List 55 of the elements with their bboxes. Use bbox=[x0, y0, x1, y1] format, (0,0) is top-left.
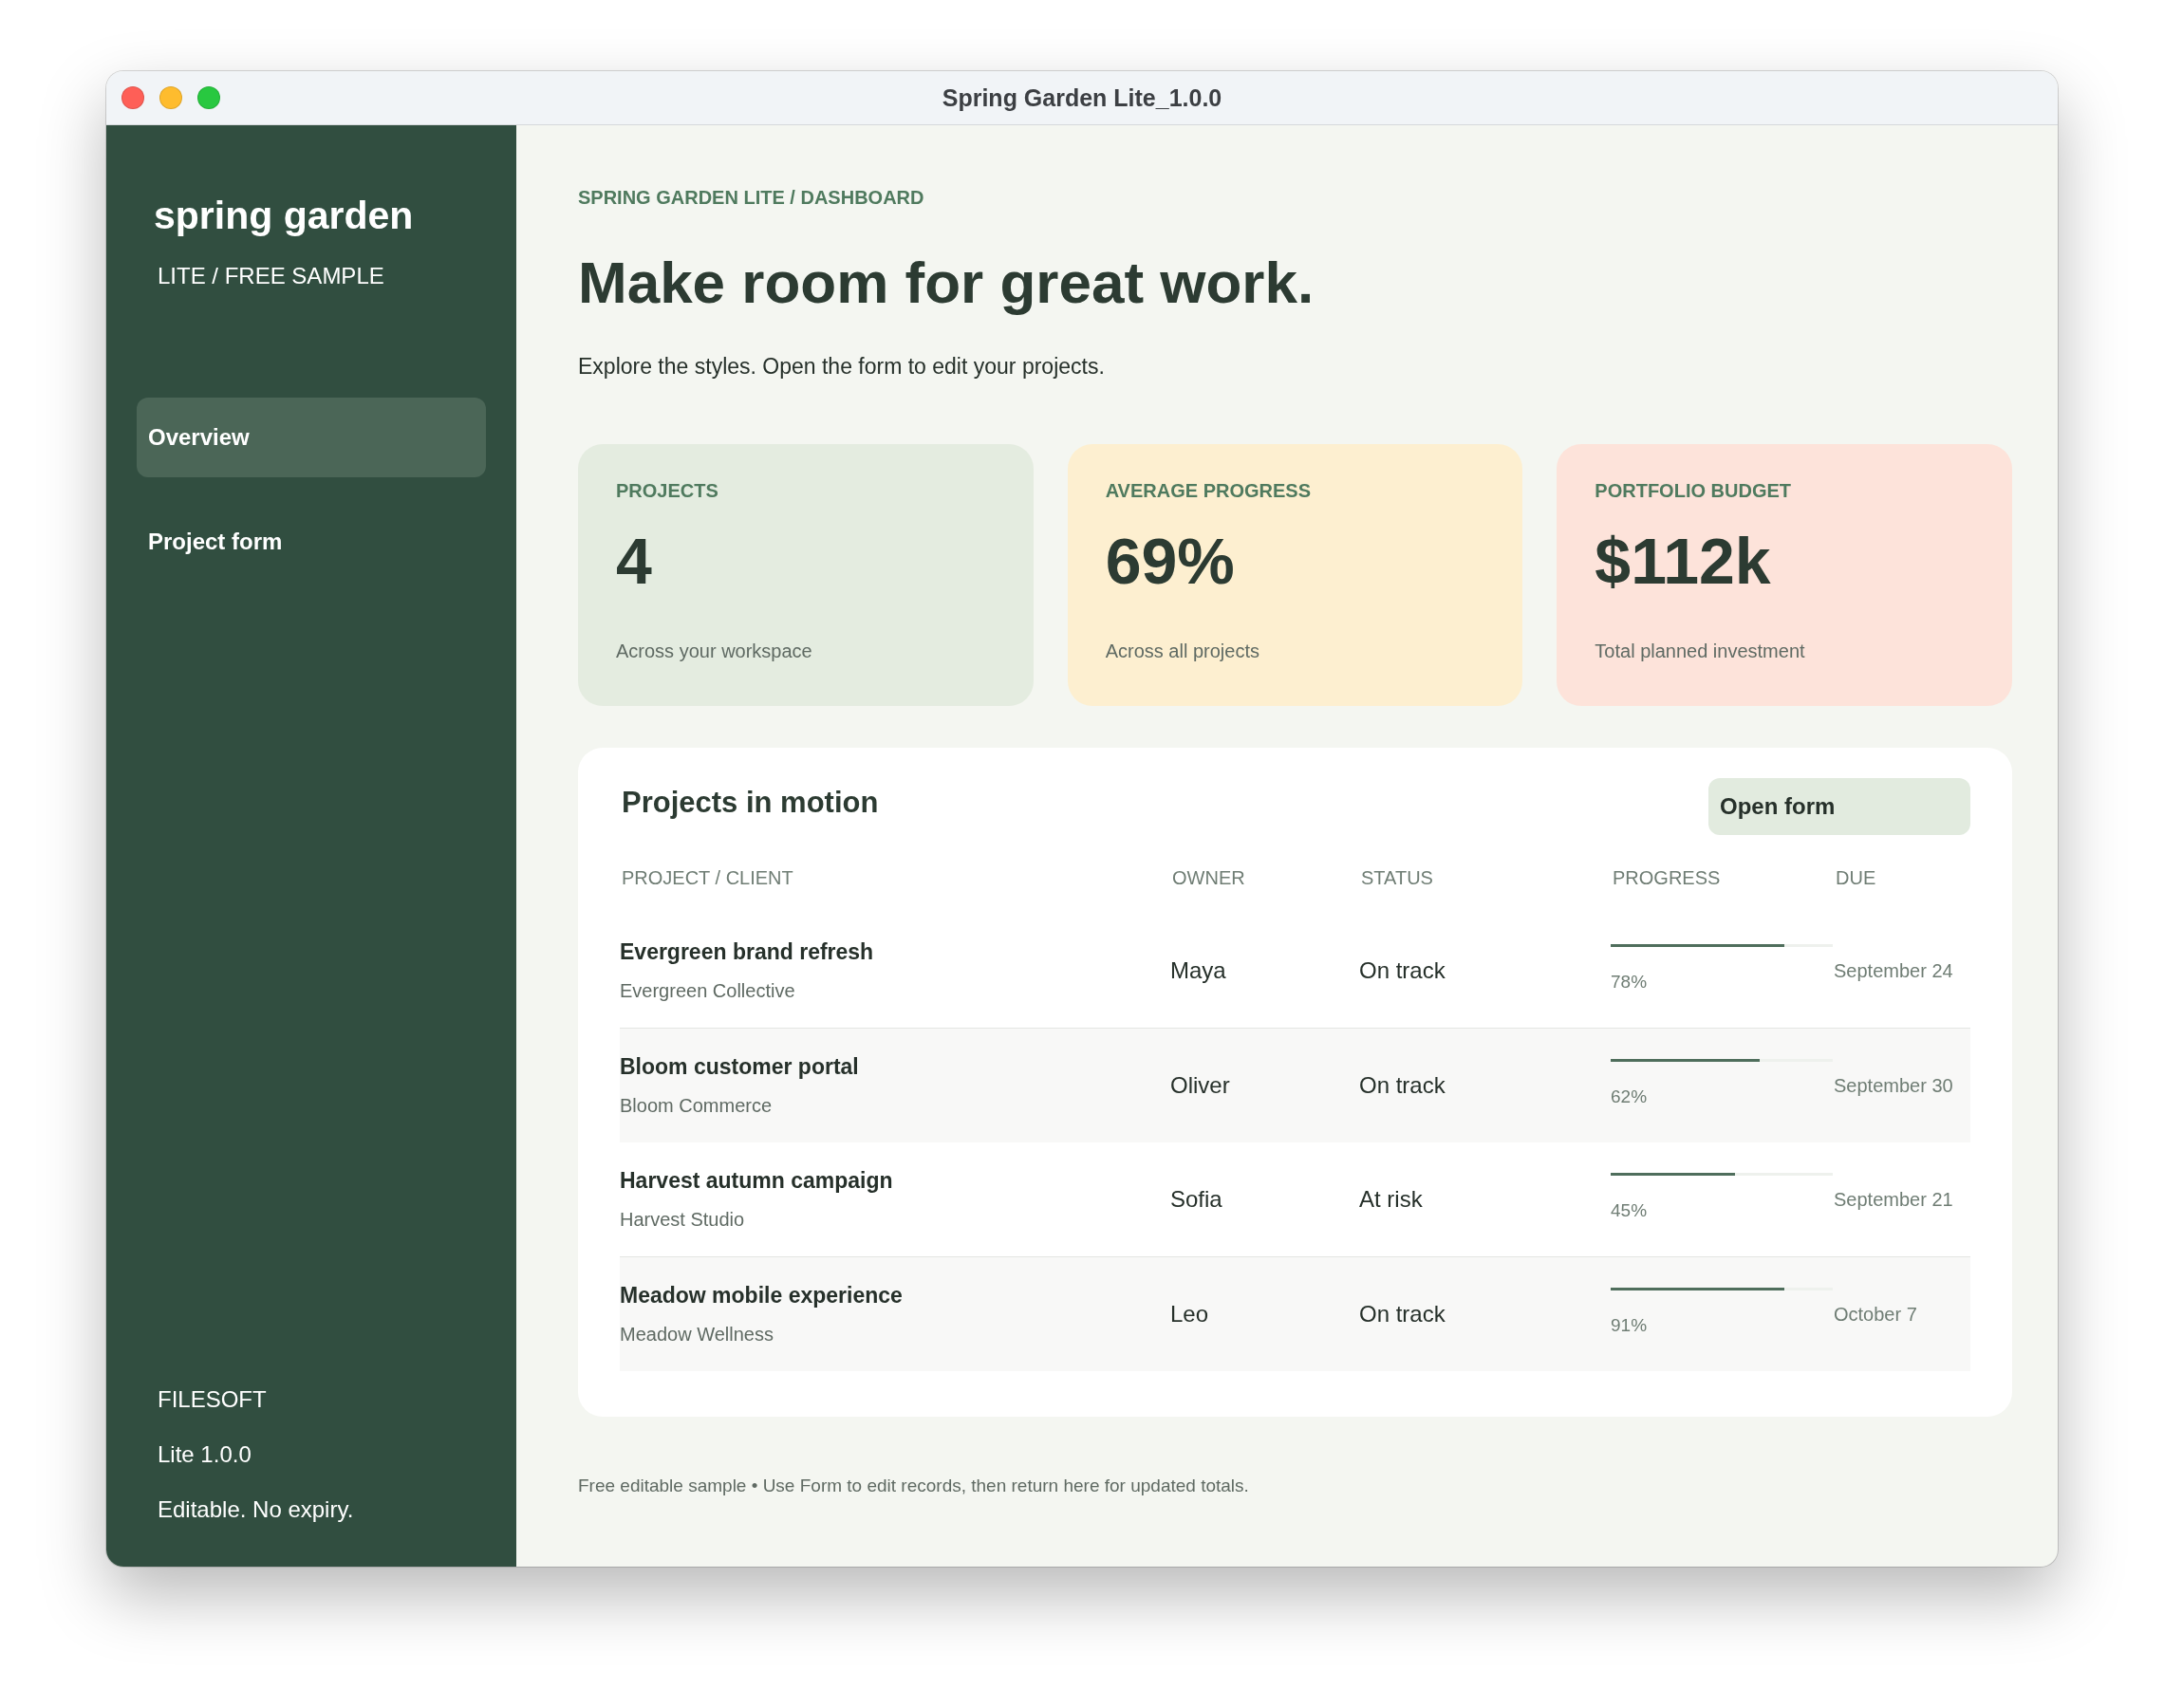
client-name: Evergreen Collective bbox=[620, 980, 796, 1002]
window-title: Spring Garden Lite_1.0.0 bbox=[942, 84, 1222, 112]
brand-name: spring garden bbox=[154, 194, 415, 238]
owner-cell-text: Maya bbox=[1170, 957, 1227, 984]
column-header: OWNER bbox=[1172, 867, 1246, 889]
due-date: September 24 bbox=[1834, 959, 1954, 982]
client-name: Meadow Wellness bbox=[620, 1324, 774, 1346]
footer-note: Free editable sample • Use Form to edit records, then return here for updated totals. bbox=[578, 1476, 1250, 1496]
progress-percent: 91% bbox=[1611, 1314, 1649, 1336]
sidebar-footer-text: Lite 1.0.0 bbox=[158, 1441, 252, 1468]
sidebar-footer-text: FILESOFT bbox=[158, 1386, 268, 1413]
stat-label: AVERAGE PROGRESS bbox=[1105, 480, 1312, 502]
open-form-button[interactable]: Open form bbox=[1708, 778, 1970, 835]
owner-cell-text: Sofia bbox=[1170, 1186, 1223, 1213]
project-name: Harvest autumn campaign bbox=[620, 1168, 894, 1194]
minimize-button[interactable] bbox=[159, 86, 182, 109]
due-date: September 21 bbox=[1834, 1188, 1954, 1211]
progress-percent: 78% bbox=[1611, 971, 1649, 993]
maximize-button[interactable] bbox=[197, 86, 220, 109]
progress-percent: 62% bbox=[1611, 1086, 1649, 1107]
project-name: Meadow mobile experience bbox=[620, 1283, 904, 1309]
stat-value: $112k bbox=[1595, 529, 1772, 593]
due-date: October 7 bbox=[1834, 1303, 1918, 1326]
stat-label: PORTFOLIO BUDGET bbox=[1595, 480, 1792, 502]
intro-text: Explore the styles. Open the form to edit your projects. bbox=[578, 354, 1106, 380]
stat-value: 4 bbox=[616, 529, 653, 593]
owner-cell-text: Leo bbox=[1170, 1301, 1210, 1327]
nav-item[interactable]: Overview bbox=[137, 398, 486, 477]
stat-value: 69% bbox=[1105, 529, 1236, 593]
status-cell-text: On track bbox=[1359, 1301, 1446, 1327]
breadcrumb: SPRING GARDEN LITE / DASHBOARD bbox=[578, 187, 925, 209]
page-heading: Make room for great work. bbox=[578, 249, 1315, 316]
progress-percent: 45% bbox=[1611, 1199, 1649, 1221]
due-date: September 30 bbox=[1834, 1074, 1954, 1097]
status-cell-text: On track bbox=[1359, 957, 1446, 984]
status-cell-text: On track bbox=[1359, 1072, 1446, 1099]
client-name: Bloom Commerce bbox=[620, 1095, 774, 1117]
client-name: Harvest Studio bbox=[620, 1209, 746, 1231]
stat-note: Across your workspace bbox=[616, 640, 813, 662]
project-name: Evergreen brand refresh bbox=[620, 939, 875, 965]
stat-label: PROJECTS bbox=[616, 480, 719, 502]
stat-note: Total planned investment bbox=[1595, 640, 1806, 662]
close-button[interactable] bbox=[121, 86, 144, 109]
status-cell-text: At risk bbox=[1359, 1186, 1424, 1213]
column-header: STATUS bbox=[1361, 867, 1434, 889]
column-header: DUE bbox=[1836, 867, 1877, 889]
project-name: Bloom customer portal bbox=[620, 1054, 860, 1080]
sidebar-footer-text: Editable. No expiry. bbox=[158, 1496, 355, 1523]
column-header: PROGRESS bbox=[1613, 867, 1722, 889]
edition-label: LITE / FREE SAMPLE bbox=[158, 263, 385, 289]
column-header: PROJECT / CLIENT bbox=[622, 867, 794, 889]
owner-cell-text: Oliver bbox=[1170, 1072, 1231, 1099]
panel-title: Projects in motion bbox=[622, 786, 879, 820]
stat-note: Across all projects bbox=[1105, 640, 1260, 662]
nav-item[interactable]: Project form bbox=[137, 502, 486, 582]
